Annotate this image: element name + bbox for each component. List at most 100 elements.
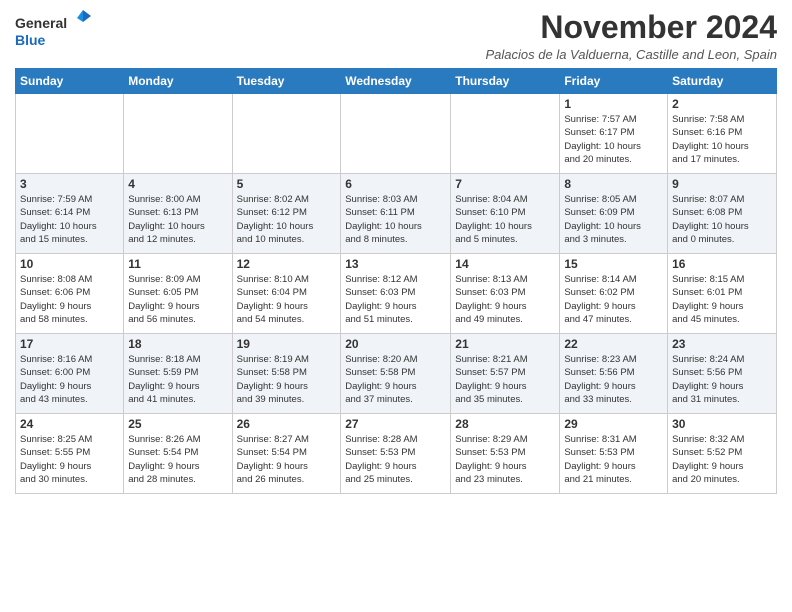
- location-subtitle: Palacios de la Valduerna, Castille and L…: [486, 47, 778, 62]
- day-info: Sunrise: 8:29 AM Sunset: 5:53 PM Dayligh…: [455, 433, 555, 486]
- day-info: Sunrise: 8:02 AM Sunset: 6:12 PM Dayligh…: [237, 193, 337, 246]
- day-info: Sunrise: 8:07 AM Sunset: 6:08 PM Dayligh…: [672, 193, 772, 246]
- calendar-day-cell: 13 Sunrise: 8:12 AM Sunset: 6:03 PM Dayli…: [341, 254, 451, 334]
- day-info: Sunrise: 8:27 AM Sunset: 5:54 PM Dayligh…: [237, 433, 337, 486]
- day-info: Sunrise: 8:32 AM Sunset: 5:52 PM Dayligh…: [672, 433, 772, 486]
- day-number: 27: [345, 417, 446, 431]
- day-info: Sunrise: 8:19 AM Sunset: 5:58 PM Dayligh…: [237, 353, 337, 406]
- calendar-day-cell: 14 Sunrise: 8:13 AM Sunset: 6:03 PM Dayli…: [451, 254, 560, 334]
- calendar-day-cell: [232, 94, 341, 174]
- day-number: 5: [237, 177, 337, 191]
- day-info: Sunrise: 8:28 AM Sunset: 5:53 PM Dayligh…: [345, 433, 446, 486]
- day-number: 14: [455, 257, 555, 271]
- calendar-day-cell: 15Sunrise: 8:14 AM Sunset: 6:02 PM Dayli…: [560, 254, 668, 334]
- calendar-week-row: 17 Sunrise: 8:16 AM Sunset: 6:00 PM Dayli…: [16, 334, 777, 414]
- day-number: 20: [345, 337, 446, 351]
- weekday-header: Saturday: [668, 69, 777, 94]
- day-number: 28: [455, 417, 555, 431]
- day-info: Sunrise: 8:23 AM Sunset: 5:56 PM Dayligh…: [564, 353, 663, 406]
- day-info: Sunrise: 8:09 AM Sunset: 6:05 PM Dayligh…: [128, 273, 227, 326]
- day-number: 7: [455, 177, 555, 191]
- page-header: General Blue November 2024 Palacios de l…: [15, 10, 777, 62]
- day-info: Sunrise: 8:16 AM Sunset: 6:00 PM Dayligh…: [20, 353, 119, 406]
- calendar-day-cell: 28 Sunrise: 8:29 AM Sunset: 5:53 PM Dayli…: [451, 414, 560, 494]
- calendar-day-cell: 5 Sunrise: 8:02 AM Sunset: 6:12 PM Daylig…: [232, 174, 341, 254]
- day-info: Sunrise: 8:13 AM Sunset: 6:03 PM Dayligh…: [455, 273, 555, 326]
- title-block: November 2024 Palacios de la Valduerna, …: [486, 10, 778, 62]
- calendar-day-cell: [341, 94, 451, 174]
- day-info: Sunrise: 8:24 AM Sunset: 5:56 PM Dayligh…: [672, 353, 772, 406]
- logo: General Blue: [15, 10, 93, 49]
- day-info: Sunrise: 8:04 AM Sunset: 6:10 PM Dayligh…: [455, 193, 555, 246]
- day-number: 16: [672, 257, 772, 271]
- calendar-day-cell: 4 Sunrise: 8:00 AM Sunset: 6:13 PM Daylig…: [124, 174, 232, 254]
- day-info: Sunrise: 8:26 AM Sunset: 5:54 PM Dayligh…: [128, 433, 227, 486]
- logo-blue-text: Blue: [15, 32, 45, 48]
- day-number: 10: [20, 257, 119, 271]
- calendar-day-cell: 18 Sunrise: 8:18 AM Sunset: 5:59 PM Dayli…: [124, 334, 232, 414]
- calendar-day-cell: 26 Sunrise: 8:27 AM Sunset: 5:54 PM Dayli…: [232, 414, 341, 494]
- day-info: Sunrise: 8:14 AM Sunset: 6:02 PM Dayligh…: [564, 273, 663, 326]
- calendar-day-cell: 16 Sunrise: 8:15 AM Sunset: 6:01 PM Dayli…: [668, 254, 777, 334]
- day-number: 18: [128, 337, 227, 351]
- calendar-week-row: 10 Sunrise: 8:08 AM Sunset: 6:06 PM Dayli…: [16, 254, 777, 334]
- day-number: 9: [672, 177, 772, 191]
- day-number: 23: [672, 337, 772, 351]
- calendar-day-cell: 6Sunrise: 8:03 AM Sunset: 6:11 PM Daylig…: [341, 174, 451, 254]
- day-info: Sunrise: 8:31 AM Sunset: 5:53 PM Dayligh…: [564, 433, 663, 486]
- day-number: 21: [455, 337, 555, 351]
- day-number: 4: [128, 177, 227, 191]
- calendar-day-cell: 11Sunrise: 8:09 AM Sunset: 6:05 PM Dayli…: [124, 254, 232, 334]
- day-number: 29: [564, 417, 663, 431]
- day-info: Sunrise: 8:10 AM Sunset: 6:04 PM Dayligh…: [237, 273, 337, 326]
- calendar-day-cell: 3Sunrise: 7:59 AM Sunset: 6:14 PM Daylig…: [16, 174, 124, 254]
- calendar-day-cell: 2 Sunrise: 7:58 AM Sunset: 6:16 PM Daylig…: [668, 94, 777, 174]
- logo-flag-icon: [73, 8, 93, 28]
- day-info: Sunrise: 8:21 AM Sunset: 5:57 PM Dayligh…: [455, 353, 555, 406]
- calendar-day-cell: 25Sunrise: 8:26 AM Sunset: 5:54 PM Dayli…: [124, 414, 232, 494]
- day-info: Sunrise: 8:15 AM Sunset: 6:01 PM Dayligh…: [672, 273, 772, 326]
- calendar-day-cell: [16, 94, 124, 174]
- logo-general-text: General: [15, 15, 67, 31]
- calendar-table: SundayMondayTuesdayWednesdayThursdayFrid…: [15, 68, 777, 494]
- calendar-day-cell: [451, 94, 560, 174]
- day-number: 13: [345, 257, 446, 271]
- day-info: Sunrise: 7:59 AM Sunset: 6:14 PM Dayligh…: [20, 193, 119, 246]
- day-info: Sunrise: 7:58 AM Sunset: 6:16 PM Dayligh…: [672, 113, 772, 166]
- calendar-day-cell: 20 Sunrise: 8:20 AM Sunset: 5:58 PM Dayli…: [341, 334, 451, 414]
- calendar-day-cell: 12 Sunrise: 8:10 AM Sunset: 6:04 PM Dayli…: [232, 254, 341, 334]
- calendar-day-cell: 21 Sunrise: 8:21 AM Sunset: 5:57 PM Dayli…: [451, 334, 560, 414]
- calendar-day-cell: 27 Sunrise: 8:28 AM Sunset: 5:53 PM Dayli…: [341, 414, 451, 494]
- weekday-header: Friday: [560, 69, 668, 94]
- day-number: 24: [20, 417, 119, 431]
- calendar-day-cell: 7 Sunrise: 8:04 AM Sunset: 6:10 PM Daylig…: [451, 174, 560, 254]
- calendar-day-cell: 22Sunrise: 8:23 AM Sunset: 5:56 PM Dayli…: [560, 334, 668, 414]
- day-number: 12: [237, 257, 337, 271]
- calendar-day-cell: 24 Sunrise: 8:25 AM Sunset: 5:55 PM Dayli…: [16, 414, 124, 494]
- weekday-header: Sunday: [16, 69, 124, 94]
- day-info: Sunrise: 8:08 AM Sunset: 6:06 PM Dayligh…: [20, 273, 119, 326]
- day-number: 2: [672, 97, 772, 111]
- day-info: Sunrise: 8:00 AM Sunset: 6:13 PM Dayligh…: [128, 193, 227, 246]
- day-number: 17: [20, 337, 119, 351]
- calendar-day-cell: 9 Sunrise: 8:07 AM Sunset: 6:08 PM Daylig…: [668, 174, 777, 254]
- weekday-header: Monday: [124, 69, 232, 94]
- weekday-header: Thursday: [451, 69, 560, 94]
- calendar-day-cell: 10 Sunrise: 8:08 AM Sunset: 6:06 PM Dayli…: [16, 254, 124, 334]
- month-title: November 2024: [486, 10, 778, 45]
- calendar-week-row: 24 Sunrise: 8:25 AM Sunset: 5:55 PM Dayli…: [16, 414, 777, 494]
- day-number: 8: [564, 177, 663, 191]
- day-number: 19: [237, 337, 337, 351]
- calendar-day-cell: 8Sunrise: 8:05 AM Sunset: 6:09 PM Daylig…: [560, 174, 668, 254]
- calendar-day-cell: 1Sunrise: 7:57 AM Sunset: 6:17 PM Daylig…: [560, 94, 668, 174]
- weekday-header: Tuesday: [232, 69, 341, 94]
- day-number: 26: [237, 417, 337, 431]
- calendar-day-cell: 23 Sunrise: 8:24 AM Sunset: 5:56 PM Dayli…: [668, 334, 777, 414]
- day-info: Sunrise: 8:18 AM Sunset: 5:59 PM Dayligh…: [128, 353, 227, 406]
- calendar-day-cell: 29 Sunrise: 8:31 AM Sunset: 5:53 PM Dayli…: [560, 414, 668, 494]
- day-info: Sunrise: 8:25 AM Sunset: 5:55 PM Dayligh…: [20, 433, 119, 486]
- weekday-header: Wednesday: [341, 69, 451, 94]
- day-info: Sunrise: 8:12 AM Sunset: 6:03 PM Dayligh…: [345, 273, 446, 326]
- calendar-week-row: 3Sunrise: 7:59 AM Sunset: 6:14 PM Daylig…: [16, 174, 777, 254]
- day-info: Sunrise: 8:20 AM Sunset: 5:58 PM Dayligh…: [345, 353, 446, 406]
